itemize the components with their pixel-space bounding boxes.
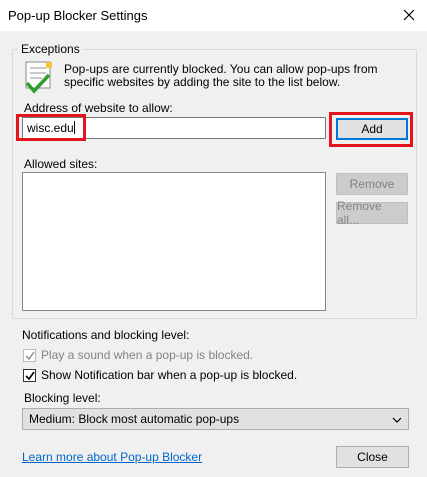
exceptions-legend: Exceptions [18, 42, 83, 56]
remove-all-button[interactable]: Remove all... [336, 199, 408, 227]
title-bar: Pop-up Blocker Settings [0, 0, 427, 31]
info-settings-icon [24, 60, 56, 94]
chevron-down-icon [392, 412, 402, 426]
remove-button[interactable]: Remove [336, 173, 408, 195]
blocking-level-label: Blocking level: [24, 391, 101, 405]
remove-button-label: Remove [349, 177, 395, 191]
blocking-level-select[interactable]: Medium: Block most automatic pop-ups [22, 408, 409, 430]
close-button-label: Close [357, 450, 388, 464]
address-label: Address of website to allow: [24, 101, 173, 115]
play-sound-checkbox[interactable] [23, 348, 36, 362]
play-sound-label: Play a sound when a pop-up is blocked. [41, 348, 254, 362]
learn-more-link[interactable]: Learn more about Pop-up Blocker [22, 450, 202, 464]
play-sound-row: Play a sound when a pop-up is blocked. [23, 348, 253, 362]
close-button[interactable]: Close [336, 446, 409, 468]
highlight-add-button [329, 112, 413, 147]
blocking-level-value: Medium: Block most automatic pop-ups [29, 412, 240, 426]
allowed-sites-list[interactable] [22, 172, 326, 311]
show-bar-row: Show Notification bar when a pop-up is b… [23, 368, 297, 382]
show-bar-checkbox[interactable] [23, 368, 36, 382]
highlight-address [16, 114, 86, 141]
exceptions-description: Pop-ups are currently blocked. You can a… [64, 62, 378, 89]
notifications-legend: Notifications and blocking level: [19, 328, 193, 342]
close-icon[interactable] [397, 3, 421, 27]
window-title: Pop-up Blocker Settings [8, 8, 148, 23]
remove-all-button-label: Remove all... [337, 199, 382, 227]
allowed-sites-label: Allowed sites: [24, 157, 98, 171]
show-bar-label: Show Notification bar when a pop-up is b… [41, 368, 298, 382]
